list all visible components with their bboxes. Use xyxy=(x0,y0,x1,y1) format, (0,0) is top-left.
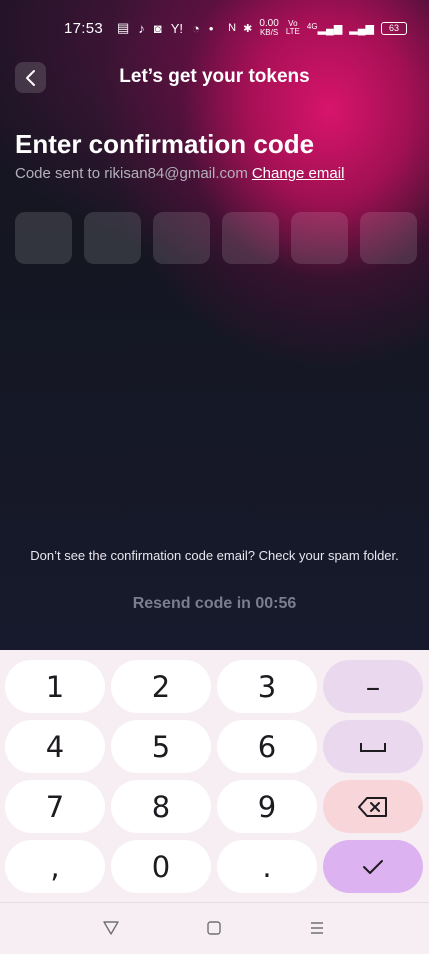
back-nav-button[interactable] xyxy=(100,917,122,939)
status-bar: 17:53 ▤ ♪ ◙ Y! ◔ • N ✱ 0.00 KB/S Vo LTE … xyxy=(0,0,429,56)
code-digit-input[interactable] xyxy=(291,212,348,264)
signal-icon-4g: 4G▂▄▆ xyxy=(306,21,343,35)
nfc-icon: N xyxy=(228,22,237,34)
code-sent-text: Code sent to rikisan84@gmail.com xyxy=(15,165,248,182)
backspace-icon xyxy=(358,796,387,817)
music-icon: ♪ xyxy=(138,20,145,36)
key-2[interactable]: 2 xyxy=(111,660,211,713)
bluetooth-icon: ✱ xyxy=(243,22,253,35)
code-sent-subtitle: Code sent to rikisan84@gmail.com Change e… xyxy=(15,165,344,182)
triangle-back-icon xyxy=(103,921,119,935)
key-4[interactable]: 4 xyxy=(5,720,105,773)
code-digit-input[interactable] xyxy=(15,212,72,264)
space-icon xyxy=(360,742,386,752)
status-time: 17:53 xyxy=(64,19,104,37)
page-title: Enter confirmation code xyxy=(15,129,315,159)
space-key[interactable] xyxy=(323,720,423,773)
browser-icon: ◔ xyxy=(192,20,200,36)
key-5[interactable]: 5 xyxy=(111,720,211,773)
yahoo-icon: Y! xyxy=(170,20,183,36)
app-screen: 17:53 ▤ ♪ ◙ Y! ◔ • N ✱ 0.00 KB/S Vo LTE … xyxy=(0,0,429,650)
resend-code-timer: Resend code in 00:56 xyxy=(132,595,297,612)
key-3[interactable]: 3 xyxy=(217,660,317,713)
square-home-icon xyxy=(207,921,221,935)
spam-hint: Don’t see the confirmation code email? C… xyxy=(30,548,399,563)
change-email-link[interactable]: Change email xyxy=(252,165,345,182)
confirm-key[interactable] xyxy=(323,840,423,893)
code-input-row xyxy=(15,212,417,264)
checkmark-icon xyxy=(363,859,383,874)
dot-icon: • xyxy=(208,20,214,36)
key-comma[interactable]: , xyxy=(5,840,105,893)
key-period[interactable]: . xyxy=(217,840,317,893)
key-6[interactable]: 6 xyxy=(217,720,317,773)
code-digit-input[interactable] xyxy=(222,212,279,264)
numeric-keyboard: 1 2 3 – 4 5 6 7 8 9 , 0 . xyxy=(0,650,429,902)
key-9[interactable]: 9 xyxy=(217,780,317,833)
net-speed-unit: KB/S xyxy=(259,28,279,37)
system-nav-bar xyxy=(0,902,429,954)
key-7[interactable]: 7 xyxy=(5,780,105,833)
code-digit-input[interactable] xyxy=(84,212,141,264)
menu-lines-icon xyxy=(311,922,323,934)
message-icon: ▤ xyxy=(117,20,130,35)
menu-nav-button[interactable] xyxy=(306,917,328,939)
key-minus[interactable]: – xyxy=(323,660,423,713)
shop-icon: ◙ xyxy=(153,20,162,36)
volte-icon: Vo LTE xyxy=(285,19,300,36)
key-8[interactable]: 8 xyxy=(111,780,211,833)
battery-level: 63 xyxy=(388,22,399,33)
battery-icon: 63 xyxy=(381,21,407,35)
code-digit-input[interactable] xyxy=(360,212,417,264)
key-0[interactable]: 0 xyxy=(111,840,211,893)
header-title: Let’s get your tokens xyxy=(119,66,310,87)
code-digit-input[interactable] xyxy=(153,212,210,264)
net-speed: 0.00 KB/S xyxy=(259,19,278,37)
home-nav-button[interactable] xyxy=(203,917,225,939)
key-1[interactable]: 1 xyxy=(5,660,105,713)
backspace-key[interactable] xyxy=(323,780,423,833)
system-icons: N ✱ 0.00 KB/S Vo LTE 4G▂▄▆ ▂▄▆ 63 xyxy=(228,19,407,37)
notification-icons: ▤ ♪ ◙ Y! ◔ • xyxy=(117,20,213,36)
signal-icon: ▂▄▆ xyxy=(349,22,374,35)
